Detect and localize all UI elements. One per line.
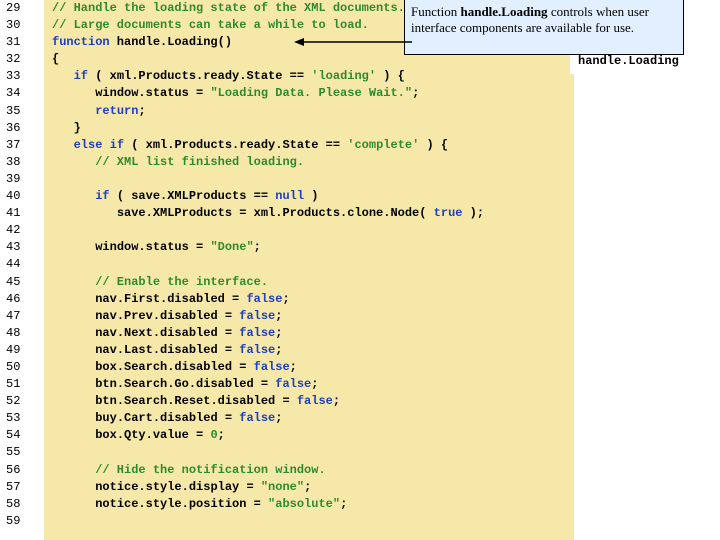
line-number: 42 — [6, 222, 44, 239]
line-number: 47 — [6, 308, 44, 325]
line-number: 56 — [6, 462, 44, 479]
line-number: 46 — [6, 291, 44, 308]
line-number: 39 — [6, 171, 44, 188]
code-line: if ( save.XMLProducts == null ) — [52, 188, 574, 205]
line-number: 35 — [6, 103, 44, 120]
line-number: 52 — [6, 393, 44, 410]
line-number: 48 — [6, 325, 44, 342]
line-number: 29 — [6, 0, 44, 17]
code-line: notice.style.display = "none"; — [52, 479, 574, 496]
code-line: nav.Last.disabled = false; — [52, 342, 574, 359]
code-line: btn.Search.Go.disabled = false; — [52, 376, 574, 393]
line-number: 49 — [6, 342, 44, 359]
line-number: 45 — [6, 274, 44, 291]
line-number: 38 — [6, 154, 44, 171]
code-line: notice.style.position = "absolute"; — [52, 496, 574, 513]
code-line: // XML list finished loading. — [52, 154, 574, 171]
code-line: nav.First.disabled = false; — [52, 291, 574, 308]
line-number: 50 — [6, 359, 44, 376]
code-line — [52, 256, 574, 273]
code-line — [52, 444, 574, 461]
code-line: window.status = "Done"; — [52, 239, 574, 256]
code-line: window.status = "Loading Data. Please Wa… — [52, 85, 574, 102]
line-number: 41 — [6, 205, 44, 222]
line-number: 40 — [6, 188, 44, 205]
code-line: return; — [52, 103, 574, 120]
line-number: 34 — [6, 85, 44, 102]
line-number: 36 — [6, 120, 44, 137]
right-label-text: handle.Loading — [578, 53, 679, 70]
callout-prefix: Function — [411, 4, 460, 19]
line-number: 44 — [6, 256, 44, 273]
code-line: box.Qty.value = 0; — [52, 427, 574, 444]
code-line: // Hide the notification window. — [52, 462, 574, 479]
code-line: nav.Next.disabled = false; — [52, 325, 574, 342]
line-number: 58 — [6, 496, 44, 513]
code-line: save.XMLProducts = xml.Products.clone.No… — [52, 205, 574, 222]
code-area: // Handle the loading state of the XML d… — [44, 0, 720, 540]
line-number: 53 — [6, 410, 44, 427]
line-number: 37 — [6, 137, 44, 154]
code-line: buy.Cart.disabled = false; — [52, 410, 574, 427]
line-number: 32 — [6, 51, 44, 68]
code-line: else if ( xml.Products.ready.State == 'c… — [52, 137, 574, 154]
code-line: } — [52, 120, 574, 137]
code-line — [52, 222, 574, 239]
line-number-gutter: 2930313233343536373839404142434445464748… — [0, 0, 44, 540]
callout-bold: handle.Loading — [460, 4, 547, 19]
code-background: // Handle the loading state of the XML d… — [44, 0, 574, 540]
line-number: 51 — [6, 376, 44, 393]
callout-box: Function handle.Loading controls when us… — [404, 0, 684, 55]
line-number: 31 — [6, 34, 44, 51]
line-number: 30 — [6, 17, 44, 34]
code-line: // Enable the interface. — [52, 274, 574, 291]
code-line — [52, 513, 574, 530]
line-number: 54 — [6, 427, 44, 444]
line-number: 33 — [6, 68, 44, 85]
line-number: 57 — [6, 479, 44, 496]
line-number: 55 — [6, 444, 44, 461]
code-line: nav.Prev.disabled = false; — [52, 308, 574, 325]
code-line — [52, 171, 574, 188]
line-number: 43 — [6, 239, 44, 256]
code-line: btn.Search.Reset.disabled = false; — [52, 393, 574, 410]
code-line: box.Search.disabled = false; — [52, 359, 574, 376]
code-line: if ( xml.Products.ready.State == 'loadin… — [52, 68, 574, 85]
line-number: 59 — [6, 513, 44, 530]
